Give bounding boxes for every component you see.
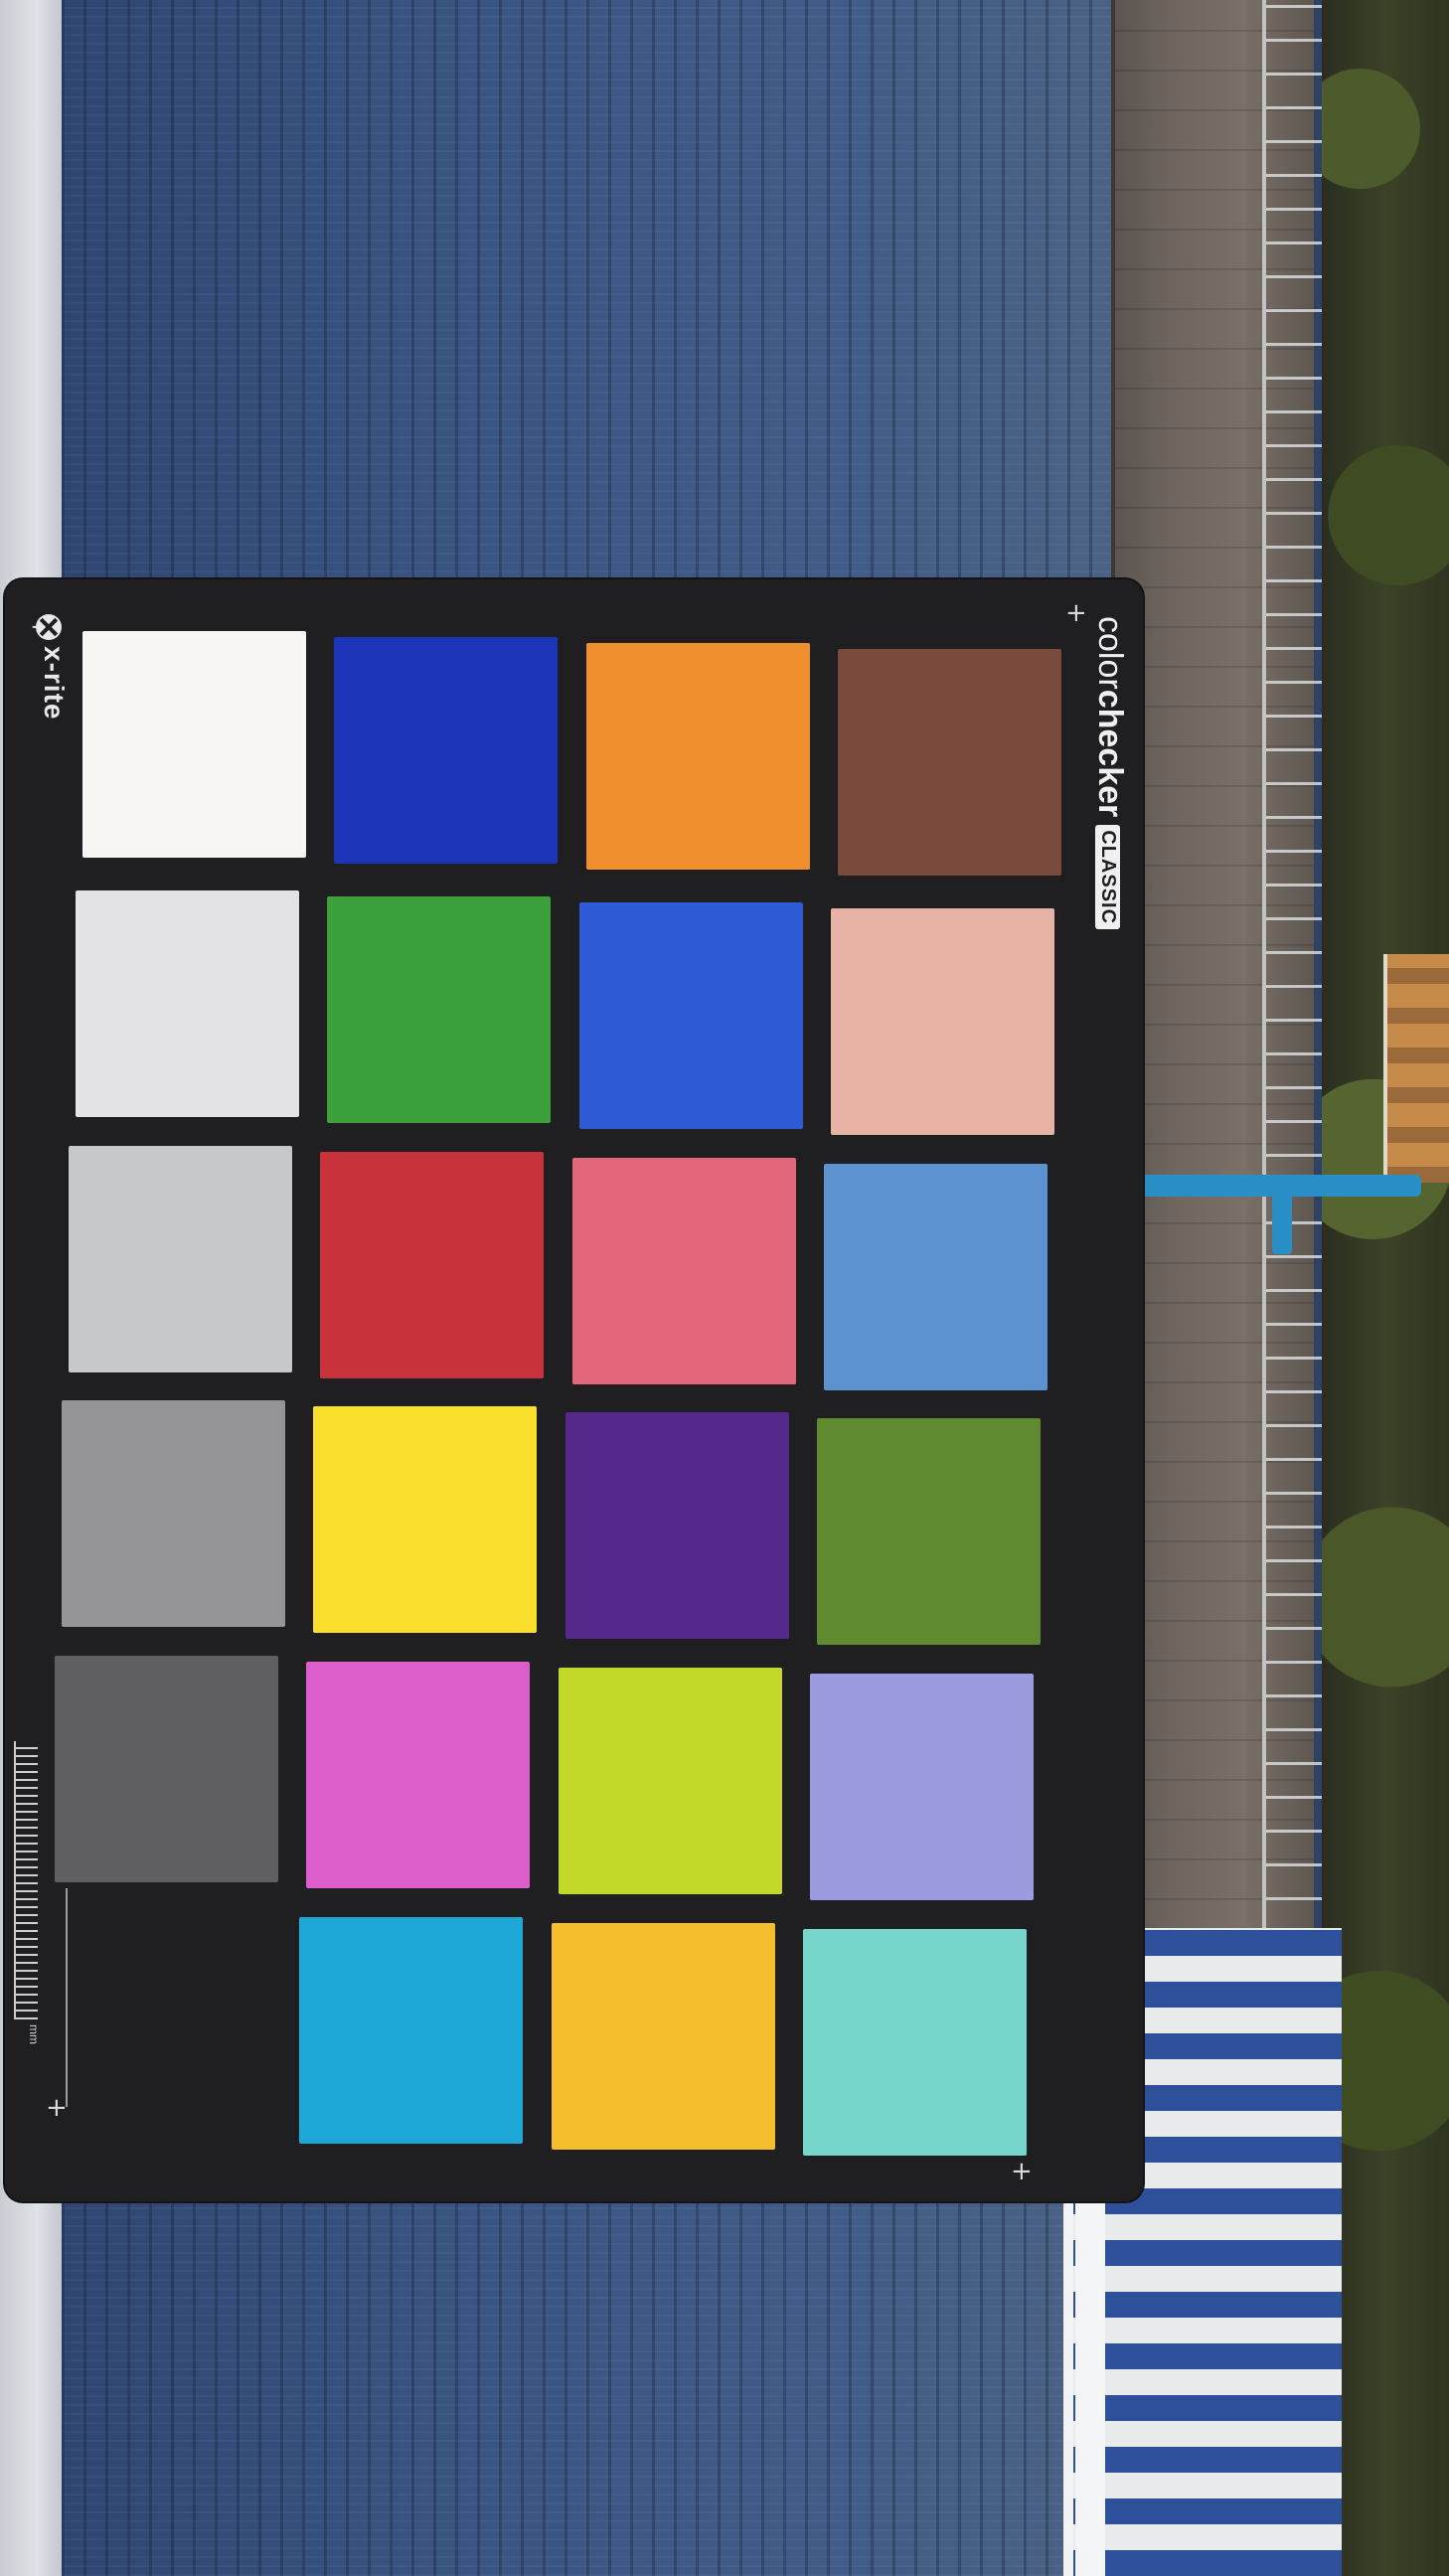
patch-red (320, 1152, 544, 1378)
title-light: color (1091, 616, 1129, 690)
registration-mark-top-right: + (1065, 598, 1087, 628)
patch-light-skin (831, 908, 1054, 1135)
xrite-logo: x-rite (36, 614, 76, 733)
patch-neutral-5 (62, 1400, 285, 1627)
patch-orange (586, 643, 810, 870)
scale-ruler (14, 1741, 38, 2019)
patch-neutral-8 (76, 890, 299, 1117)
registration-mark-bottom-right: + (1011, 2157, 1033, 2186)
registration-mark-bottom-left: + (46, 2093, 68, 2123)
patch-blue-flower (810, 1674, 1034, 1900)
color-checker-card (5, 579, 1143, 2201)
patch-blue (334, 637, 558, 864)
patch-neutral-6-5 (69, 1146, 292, 1372)
patch-moderate-red (572, 1158, 796, 1384)
patch-purple (565, 1412, 789, 1639)
brand-text: x-rite (39, 646, 70, 721)
patch-purplish-blue (579, 902, 803, 1129)
patch-orange-yellow (552, 1923, 775, 2150)
building (1383, 954, 1449, 1183)
patch-black (48, 1911, 271, 2138)
patch-magenta (306, 1662, 530, 1888)
guide-line (66, 1888, 68, 2107)
patch-neutral-3-5 (55, 1656, 278, 1882)
ruler-unit: mm (27, 2024, 41, 2044)
blue-pipe-post (1272, 1175, 1292, 1254)
title-bold: checker (1091, 689, 1129, 818)
patch-blue-sky (824, 1164, 1047, 1390)
patch-white (82, 631, 306, 858)
title-badge: CLASSIC (1095, 825, 1121, 930)
xrite-logo-icon (36, 614, 62, 640)
photo-scene: + + + + x-rite colorcheckerCLASSIC mm (0, 0, 1449, 2576)
patch-cyan (299, 1917, 523, 2144)
patch-green (327, 896, 551, 1123)
patch-bluish-green (803, 1929, 1027, 2156)
patch-foliage (817, 1418, 1041, 1645)
patch-dark-skin (838, 649, 1061, 876)
patch-yellow-green (559, 1668, 782, 1894)
patch-yellow (313, 1406, 537, 1633)
product-title: colorchecker CLASSIC (1089, 616, 1133, 930)
